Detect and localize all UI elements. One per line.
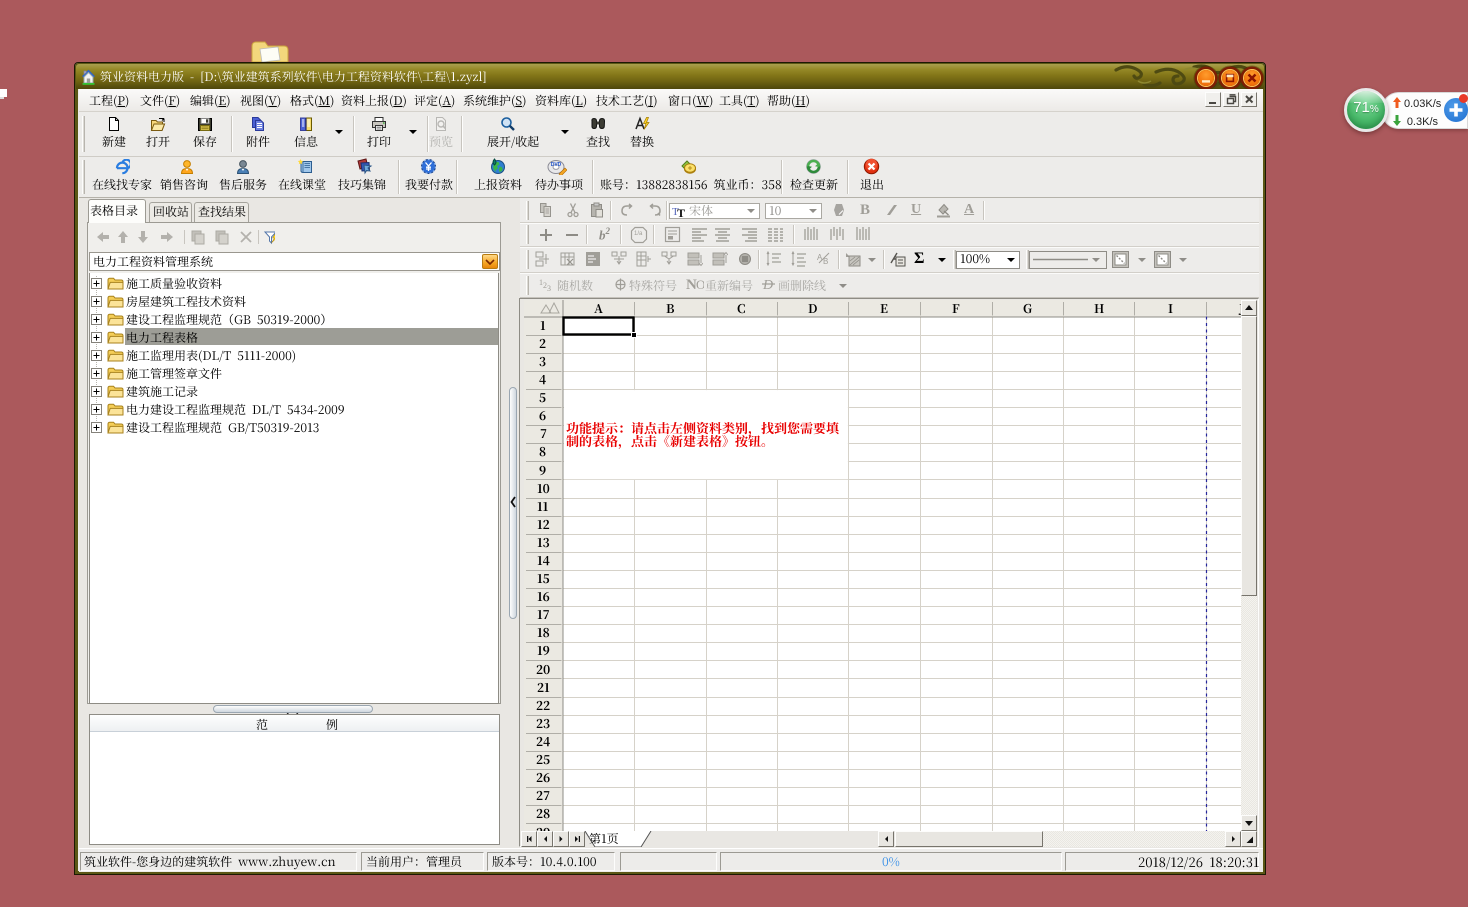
svg-text:T: T (677, 206, 685, 217)
svg-text:DVD: DVD (551, 162, 562, 168)
svg-text:1/a: 1/a (634, 231, 643, 237)
svg-text:O: O (696, 277, 704, 291)
svg-text:3: 3 (547, 284, 551, 291)
